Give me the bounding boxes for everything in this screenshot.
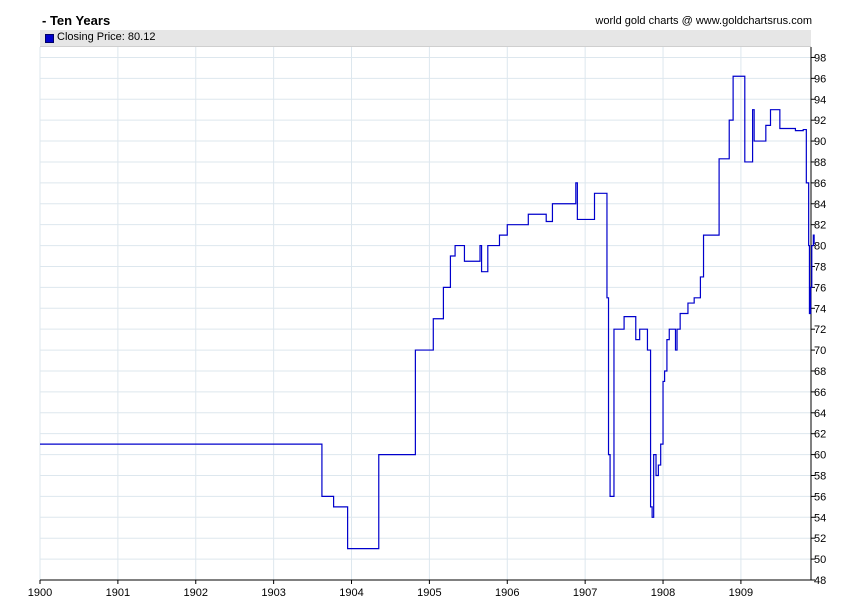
x-tick-label: 1903: [261, 587, 285, 599]
y-tick-label: 64: [814, 408, 826, 420]
y-tick-label: 70: [814, 345, 826, 357]
y-tick-label: 92: [814, 115, 826, 127]
y-tick-label: 80: [814, 241, 826, 253]
y-tick-label: 66: [814, 387, 826, 399]
y-tick-label: 58: [814, 470, 826, 482]
x-tick-label: 1904: [339, 587, 363, 599]
x-tick-label: 1906: [495, 587, 519, 599]
y-tick-label: 74: [814, 303, 826, 315]
y-tick-label: 96: [814, 73, 826, 85]
x-tick-label: 1905: [417, 587, 441, 599]
y-tick-label: 62: [814, 429, 826, 441]
y-tick-label: 84: [814, 199, 826, 211]
y-tick-label: 56: [814, 491, 826, 503]
x-tick-label: 1900: [28, 587, 52, 599]
y-tick-label: 76: [814, 282, 826, 294]
x-tick-label: 1909: [729, 587, 753, 599]
y-tick-label: 90: [814, 136, 826, 148]
y-tick-label: 72: [814, 324, 826, 336]
x-tick-label: 1907: [573, 587, 597, 599]
y-tick-label: 54: [814, 512, 826, 524]
x-tick-label: 1908: [651, 587, 675, 599]
x-tick-label: 1902: [184, 587, 208, 599]
price-chart: 48 50 52 54 56 58 60 62 64 66 68 70 72 74 76 78 80 82 84 86…: [28, 47, 826, 599]
closing-price-line: [40, 75, 815, 550]
y-tick-label: 88: [814, 157, 826, 169]
y-tick-label: 98: [814, 52, 826, 64]
y-tick-label: 94: [814, 94, 826, 106]
x-tick-label: 1901: [106, 587, 130, 599]
y-tick-label: 86: [814, 178, 826, 190]
y-tick-label: 78: [814, 261, 826, 273]
y-tick-label: 48: [814, 575, 826, 587]
y-tick-label: 50: [814, 554, 826, 566]
y-tick-label: 60: [814, 450, 826, 462]
y-tick-label: 68: [814, 366, 826, 378]
y-tick-label: 82: [814, 220, 826, 232]
y-tick-label: 52: [814, 533, 826, 545]
